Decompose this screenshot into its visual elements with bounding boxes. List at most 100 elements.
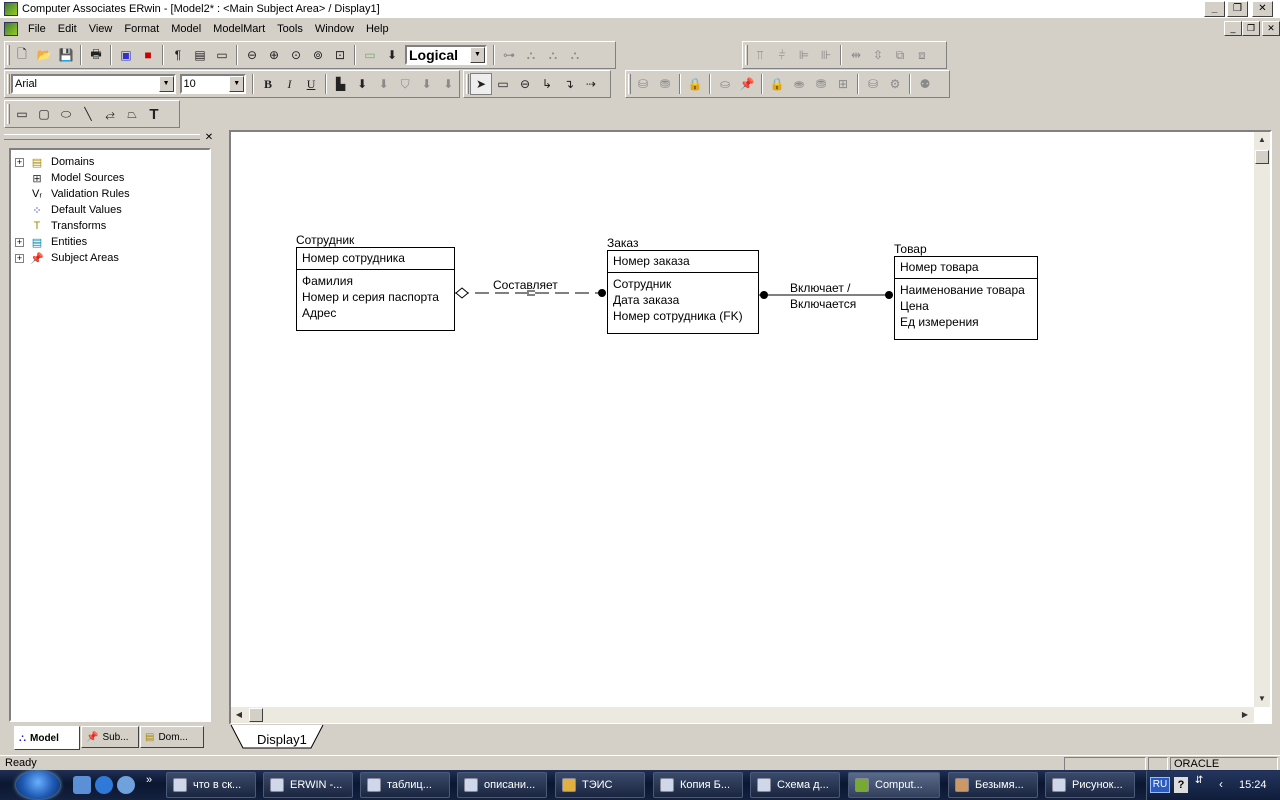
taskbar-button[interactable]: Копия Б... bbox=[653, 772, 743, 798]
chevron-down-icon[interactable]: ▼ bbox=[158, 76, 174, 92]
vertical-scroll-thumb[interactable] bbox=[1255, 150, 1269, 164]
view-mode-select[interactable]: Logical ▼ bbox=[405, 45, 487, 65]
entity-sotrudnik[interactable]: Номер сотрудника Фамилия Номер и серия п… bbox=[296, 247, 455, 331]
open-icon[interactable]: 📂 bbox=[33, 44, 55, 66]
expand-icon[interactable]: + bbox=[15, 237, 24, 247]
non-identifying-relationship-icon[interactable]: ⇢ bbox=[580, 73, 602, 95]
taskbar-button[interactable]: таблиц... bbox=[360, 772, 450, 798]
language-indicator[interactable]: RU bbox=[1150, 777, 1170, 793]
underline-button[interactable]: U bbox=[300, 73, 322, 95]
scroll-up-icon[interactable]: ▲ bbox=[1254, 132, 1270, 148]
help-icon[interactable]: ? bbox=[1174, 777, 1188, 793]
clock[interactable]: 15:24 bbox=[1239, 779, 1267, 791]
chevron-down-icon[interactable]: ▼ bbox=[470, 47, 485, 63]
taskbar-button[interactable]: что в ск... bbox=[166, 772, 256, 798]
chevron-down-icon[interactable]: ▼ bbox=[229, 76, 245, 92]
font-color-icon[interactable]: ⬇ bbox=[416, 73, 438, 95]
note-icon[interactable]: ▭ bbox=[211, 44, 233, 66]
minimize-button[interactable]: _ bbox=[1204, 1, 1225, 17]
mm-merge-icon[interactable]: ⊞ bbox=[832, 73, 854, 95]
fill-color-icon[interactable]: ▙ bbox=[330, 73, 352, 95]
tree-item-entities[interactable]: + ▤ Entities bbox=[15, 234, 87, 250]
quicklaunch-overflow-icon[interactable]: » bbox=[146, 774, 152, 786]
format-painter-icon[interactable]: ¶ bbox=[167, 44, 189, 66]
menu-help[interactable]: Help bbox=[360, 23, 395, 35]
menu-view[interactable]: View bbox=[83, 23, 119, 35]
menu-window[interactable]: Window bbox=[309, 23, 360, 35]
display-level-icon[interactable]: ▭ bbox=[359, 44, 381, 66]
mm-compare-icon[interactable]: ⛁ bbox=[862, 73, 884, 95]
entity-tool-icon[interactable]: ▭ bbox=[492, 73, 514, 95]
relationship-label-vklyuchaet[interactable]: Включает / Включается bbox=[790, 280, 856, 312]
space-horizontal-icon[interactable]: ⇹ bbox=[845, 44, 867, 66]
internet-explorer-icon[interactable] bbox=[95, 776, 113, 794]
pointer-icon[interactable]: ➤ bbox=[470, 73, 492, 95]
menu-tools[interactable]: Tools bbox=[271, 23, 309, 35]
italic-button[interactable]: I bbox=[279, 73, 301, 95]
restore-button[interactable]: ❐ bbox=[1227, 1, 1248, 17]
expand-icon[interactable]: + bbox=[15, 253, 24, 263]
mm-help-icon[interactable]: ⚉ bbox=[914, 73, 936, 95]
layout-tree-3-icon[interactable]: ⛬ bbox=[542, 44, 564, 66]
taskbar-button[interactable]: ERWIN -... bbox=[263, 772, 353, 798]
horizontal-scrollbar[interactable]: ◀ ▶ bbox=[231, 707, 1254, 723]
taskbar-button[interactable]: Безымя... bbox=[948, 772, 1038, 798]
vertical-scrollbar[interactable]: ▲ ▼ bbox=[1254, 132, 1270, 707]
rounded-rectangle-tool-icon[interactable]: ▢ bbox=[33, 103, 55, 125]
taskbar-button[interactable]: описани... bbox=[457, 772, 547, 798]
mm-pin-icon[interactable]: 📌 bbox=[736, 73, 758, 95]
layout-tree-2-icon[interactable]: ⛬ bbox=[520, 44, 542, 66]
close-panel-icon[interactable]: ✕ bbox=[203, 132, 215, 144]
tab-domains[interactable]: ▤ Dom... bbox=[140, 726, 204, 748]
entity-zakaz[interactable]: Номер заказа Сотрудник Дата заказа Номер… bbox=[607, 250, 759, 334]
bold-button[interactable]: B bbox=[257, 73, 279, 95]
many-to-many-relationship-icon[interactable]: ↴ bbox=[558, 73, 580, 95]
align-top-icon[interactable]: ⫪ bbox=[749, 44, 771, 66]
ellipse-tool-icon[interactable]: ⬭ bbox=[55, 103, 77, 125]
tree-item-model-sources[interactable]: ⊞ Model Sources bbox=[15, 170, 124, 186]
doc-minimize-button[interactable]: _ bbox=[1224, 21, 1242, 36]
zoom-fit-icon[interactable]: ⊚ bbox=[307, 44, 329, 66]
scroll-right-icon[interactable]: ▶ bbox=[1237, 707, 1253, 723]
display-dropdown-icon[interactable]: ⬇ bbox=[381, 44, 403, 66]
layout-tree-4-icon[interactable]: ⛬ bbox=[564, 44, 586, 66]
identifying-relationship-icon[interactable]: ↳ bbox=[536, 73, 558, 95]
color-icon[interactable]: ■ bbox=[137, 44, 159, 66]
zoom-in-icon[interactable]: ⊕ bbox=[263, 44, 285, 66]
tree-item-default-values[interactable]: ⁘ Default Values bbox=[15, 202, 121, 218]
same-size-icon[interactable]: ⧉ bbox=[889, 44, 911, 66]
tab-model[interactable]: ⛬ Model bbox=[14, 726, 80, 750]
zoom-out-icon[interactable]: ⊖ bbox=[241, 44, 263, 66]
tree-item-domains[interactable]: + ▤ Domains bbox=[15, 154, 94, 170]
print-icon[interactable]: 🖶 bbox=[85, 44, 107, 66]
document-icon[interactable] bbox=[4, 21, 18, 36]
line-tool-icon[interactable]: ╲ bbox=[77, 103, 99, 125]
doc-restore-button[interactable]: ❐ bbox=[1242, 21, 1260, 36]
menu-modelmart[interactable]: ModelMart bbox=[207, 23, 271, 35]
menu-model[interactable]: Model bbox=[165, 23, 207, 35]
tab-display1[interactable]: Display1 bbox=[257, 732, 307, 747]
paint-icon[interactable]: ⛉ bbox=[394, 73, 416, 95]
tree-item-subject-areas[interactable]: + 📌 Subject Areas bbox=[15, 250, 119, 266]
zoom-page-icon[interactable]: ⊡ bbox=[329, 44, 351, 66]
mm-connect-icon[interactable]: ⛁ bbox=[632, 73, 654, 95]
taskbar-button[interactable]: ТЭИС bbox=[555, 772, 645, 798]
mm-open-icon[interactable]: ⛃ bbox=[654, 73, 676, 95]
taskbar-button-active[interactable]: Comput... bbox=[848, 772, 940, 798]
save-icon[interactable]: 💾 bbox=[55, 44, 77, 66]
mm-library-icon[interactable]: ⛃ bbox=[810, 73, 832, 95]
tab-subject-areas[interactable]: 📌 Sub... bbox=[81, 726, 139, 748]
mm-settings-icon[interactable]: ⚙ bbox=[884, 73, 906, 95]
mm-security-icon[interactable]: 🔒 bbox=[766, 73, 788, 95]
tray-expand-icon[interactable]: ‹ bbox=[1219, 777, 1223, 791]
mm-users-icon[interactable]: ⛂ bbox=[788, 73, 810, 95]
align-middle-icon[interactable]: ⫩ bbox=[771, 44, 793, 66]
taskbar-button[interactable]: Схема д... bbox=[750, 772, 840, 798]
same-width-icon[interactable]: ⧈ bbox=[911, 44, 933, 66]
relationship-label-sostavlyaet[interactable]: Составляет bbox=[493, 277, 558, 293]
zoom-dim-icon[interactable]: ⊙ bbox=[285, 44, 307, 66]
polyline-tool-icon[interactable]: ⥄ bbox=[99, 103, 121, 125]
space-vertical-icon[interactable]: ⇳ bbox=[867, 44, 889, 66]
rectangle-tool-icon[interactable]: ▭ bbox=[11, 103, 33, 125]
doc-close-button[interactable]: ✕ bbox=[1262, 21, 1280, 36]
